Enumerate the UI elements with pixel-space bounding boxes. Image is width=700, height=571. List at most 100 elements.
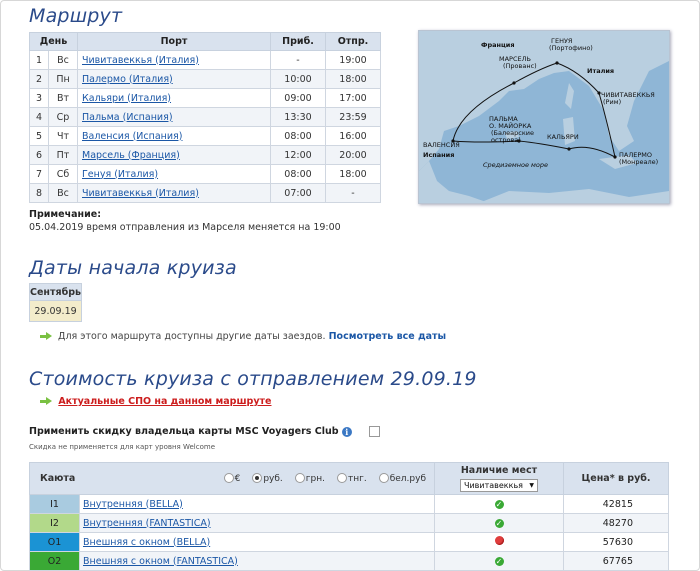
availability-cell: ✓ (434, 494, 564, 514)
all-dates-link[interactable]: Посмотреть все даты (329, 331, 447, 342)
itinerary-port-cell: Пальма (Испания) (77, 107, 271, 127)
info-icon[interactable]: i (341, 426, 352, 437)
itinerary-row: 3 Вт Кальяри (Италия) 09:00 17:00 (29, 88, 381, 108)
availability-cell (434, 532, 564, 552)
currency-label: бел.руб (389, 473, 426, 484)
currency-radio[interactable] (294, 473, 305, 483)
currency-option[interactable]: тнг. (325, 473, 367, 484)
cabin-link[interactable]: Внутренняя (BELLA) (83, 499, 183, 510)
itinerary-day-number: 5 (29, 126, 49, 146)
itinerary-arrival: 08:00 (270, 164, 326, 184)
col-cabin: Каюта (40, 473, 76, 484)
cabin-price: 57630 (563, 532, 669, 552)
cabin-link[interactable]: Внутренняя (FANTASTICA) (83, 518, 211, 529)
port-link[interactable]: Генуя (Италия) (82, 169, 158, 180)
map-civitavecchia-sub: (Рим) (603, 98, 621, 106)
availability-cell: ✓ (434, 513, 564, 533)
itinerary-weekday: Сб (48, 164, 78, 184)
dot-genoa (555, 61, 559, 65)
itinerary-row: 2 Пн Палермо (Италия) 10:00 18:00 (29, 69, 381, 89)
dates-table: Сентябрь 29.09.19 (28, 283, 83, 322)
port-link[interactable]: Валенсия (Испания) (82, 131, 182, 142)
itinerary-day-number: 2 (29, 69, 49, 89)
discount-note: Скидка не применяется для карт уровня We… (29, 443, 216, 451)
itinerary-weekday: Пт (48, 145, 78, 165)
cabin-row: O2 Внешняя с окном (FANTASTICA) ✓ 67765 (29, 551, 669, 571)
dates-month: Сентябрь (28, 283, 83, 301)
itinerary-departure: 18:00 (325, 69, 381, 89)
cabins-header-availability: Наличие мест Чивитавеккья (434, 462, 564, 495)
cabin-code: I2 (29, 513, 80, 533)
route-map: Франция Италия Испания ГЕНУЯ (Портофино)… (418, 30, 670, 204)
discount-checkbox[interactable] (369, 426, 381, 437)
spo-link[interactable]: Актуальные СПО на данном маршруте (58, 396, 271, 407)
itinerary-day-number: 8 (29, 183, 49, 203)
note-text: 05.04.2019 время отправления из Марселя … (29, 222, 341, 233)
port-link[interactable]: Пальма (Испания) (82, 112, 173, 123)
currency-switcher: € руб. грн. тнг. бел.руб (212, 473, 426, 484)
col-day: День (29, 32, 78, 51)
unavailable-icon (494, 536, 504, 545)
itinerary-header-row: День Порт Приб. Отпр. (29, 32, 381, 51)
discount-label: Применить скидку владельца карты MSC Voy… (29, 426, 339, 437)
itinerary-arrival: 10:00 (270, 69, 326, 89)
itinerary-departure: 16:00 (325, 126, 381, 146)
itinerary-departure: 18:00 (325, 164, 381, 184)
port-link[interactable]: Палермо (Италия) (82, 74, 173, 85)
map-france-label: Франция (481, 41, 515, 49)
itinerary-arrival: 08:00 (270, 126, 326, 146)
col-price: Цена* в руб. (563, 462, 669, 495)
availability-cell: ✓ (434, 551, 564, 571)
currency-option[interactable]: руб. (240, 473, 283, 484)
itinerary-departure: 23:59 (325, 107, 381, 127)
port-link[interactable]: Кальяри (Италия) (82, 93, 171, 104)
dates-info-row: Для этого маршрута доступны другие даты … (40, 331, 447, 342)
discount-row: Применить скидку владельца карты MSC Voy… (29, 426, 381, 437)
itinerary-port-cell: Палермо (Италия) (77, 69, 271, 89)
dates-date-cell[interactable]: 29.09.19 (28, 300, 83, 322)
map-italy-label: Италия (587, 67, 614, 75)
arrow-right-icon (40, 397, 52, 405)
arrow-right-icon (40, 332, 52, 340)
note-title: Примечание: (29, 209, 102, 220)
cabin-link[interactable]: Внешняя с окном (FANTASTICA) (83, 556, 238, 567)
port-select[interactable]: Чивитавеккья (460, 479, 538, 492)
cabins-header-row: Каюта € руб. грн. тнг. бел.руб Наличие мест … (29, 462, 669, 495)
itinerary-departure: 17:00 (325, 88, 381, 108)
currency-label: тнг. (347, 473, 367, 484)
currency-option[interactable]: € (212, 473, 240, 484)
cabin-code: I1 (29, 494, 80, 514)
cabin-link[interactable]: Внешняя с окном (BELLA) (83, 537, 210, 548)
itinerary-weekday: Чт (48, 126, 78, 146)
checkmark-icon: ✓ (494, 556, 504, 566)
dot-marseille (512, 81, 516, 85)
port-link[interactable]: Чивитавеккья (Италия) (82, 55, 199, 66)
dates-title: Даты начала круиза (29, 257, 237, 279)
itinerary-departure: - (325, 183, 381, 203)
col-port: Порт (77, 32, 271, 51)
cabin-name-cell: Внутренняя (BELLA) (79, 494, 435, 514)
itinerary-arrival: 09:00 (270, 88, 326, 108)
currency-radio[interactable] (252, 473, 263, 483)
port-link[interactable]: Чивитавеккья (Италия) (82, 188, 199, 199)
map-cagliari-label: КАЛЬЯРИ (547, 133, 579, 141)
currency-radio[interactable] (378, 473, 389, 483)
itinerary-row: 6 Пт Марсель (Франция) 12:00 20:00 (29, 145, 381, 165)
itinerary-arrival: - (270, 50, 326, 70)
itinerary-port-cell: Кальяри (Италия) (77, 88, 271, 108)
port-link[interactable]: Марсель (Франция) (82, 150, 180, 161)
itinerary-row: 1 Вс Чивитавеккья (Италия) -19:00 (29, 50, 381, 70)
map-sea-label: Средиземное море (483, 161, 548, 169)
map-marseille-sub: (Прованс) (503, 62, 537, 70)
itinerary-day-number: 1 (29, 50, 49, 70)
itinerary-port-cell: Валенсия (Испания) (77, 126, 271, 146)
itinerary-day-number: 7 (29, 164, 49, 184)
itinerary-row: 4 Ср Пальма (Испания) 13:30 23:59 (29, 107, 381, 127)
currency-radio[interactable] (223, 473, 234, 483)
itinerary-arrival: 13:30 (270, 107, 326, 127)
currency-option[interactable]: грн. (283, 473, 325, 484)
currency-radio[interactable] (336, 473, 347, 483)
cabin-name-cell: Внутренняя (FANTASTICA) (79, 513, 435, 533)
currency-option[interactable]: бел.руб (367, 473, 426, 484)
col-departure: Отпр. (325, 32, 381, 51)
